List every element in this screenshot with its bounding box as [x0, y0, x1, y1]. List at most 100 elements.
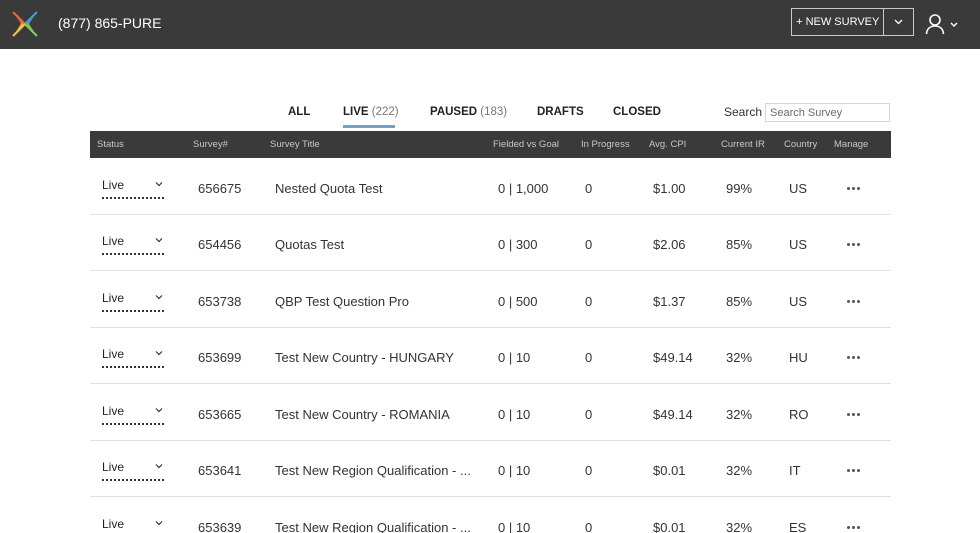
tab-paused[interactable]: PAUSED (183) — [430, 106, 507, 118]
user-menu[interactable] — [925, 11, 961, 37]
tab-label: ALL — [288, 106, 311, 118]
more-horizontal-icon[interactable] — [847, 185, 861, 191]
more-horizontal-icon[interactable] — [847, 241, 861, 247]
search-label: Search — [724, 105, 763, 119]
survey-title[interactable]: Test New Country - ROMANIA — [275, 407, 450, 423]
tab-label: DRAFTS — [537, 106, 584, 118]
column-header[interactable]: Current IR — [721, 139, 765, 150]
table-row: Live 653641 Test New Region Qualificatio… — [90, 441, 891, 497]
chevron-down-icon — [950, 22, 958, 27]
survey-title[interactable]: Nested Quota Test — [275, 181, 382, 197]
avg-cpi: $49.14 — [653, 407, 693, 422]
more-horizontal-icon[interactable] — [847, 524, 861, 530]
survey-number: 653641 — [198, 463, 242, 478]
status-dropdown[interactable]: Live — [102, 233, 164, 255]
table-row: Live 656675 Nested Quota Test 0 | 1,000 … — [90, 159, 891, 215]
avg-cpi: $49.14 — [653, 350, 693, 365]
country: US — [789, 237, 808, 252]
table-header: Status Survey# Survey Title Fielded vs G… — [90, 131, 891, 158]
new-survey-split-button: + NEW SURVEY — [791, 8, 914, 36]
in-progress: 0 — [585, 463, 593, 478]
in-progress: 0 — [585, 407, 593, 422]
current-ir: 32% — [726, 350, 753, 365]
country: RO — [789, 407, 809, 422]
current-ir: 32% — [726, 463, 753, 478]
avg-cpi: $0.01 — [653, 520, 686, 533]
column-header[interactable]: Survey# — [193, 139, 228, 150]
search-input[interactable] — [765, 103, 890, 122]
status-value: Live — [102, 404, 125, 418]
new-survey-button[interactable]: + NEW SURVEY — [792, 9, 883, 35]
column-header[interactable]: Country — [784, 139, 817, 150]
fielded-vs-goal: 0 | 10 — [498, 350, 531, 365]
status-dropdown[interactable]: Live — [102, 516, 164, 533]
status-dropdown[interactable]: Live — [102, 177, 164, 199]
in-progress: 0 — [585, 350, 593, 365]
survey-title[interactable]: Test New Region Qualification - ... — [275, 463, 471, 479]
tab-count: (222) — [371, 106, 399, 118]
table-row: Live 653699 Test New Country - HUNGARY 0… — [90, 328, 891, 384]
more-horizontal-icon[interactable] — [847, 467, 861, 473]
more-horizontal-icon[interactable] — [847, 298, 861, 304]
chevron-down-icon — [155, 182, 163, 187]
avg-cpi: $0.01 — [653, 463, 686, 478]
status-value: Live — [102, 178, 125, 192]
status-value: Live — [102, 291, 125, 305]
fielded-vs-goal: 0 | 500 — [498, 294, 538, 309]
column-header[interactable]: Status — [97, 139, 124, 150]
survey-number: 653738 — [198, 294, 242, 309]
column-header[interactable]: Avg. CPI — [649, 139, 686, 150]
avg-cpi: $1.00 — [653, 181, 686, 196]
fielded-vs-goal: 0 | 10 — [498, 407, 531, 422]
chevron-down-icon — [155, 408, 163, 413]
survey-title[interactable]: QBP Test Question Pro — [275, 294, 409, 310]
survey-number: 653639 — [198, 520, 242, 533]
country: US — [789, 294, 808, 309]
tab-label: CLOSED — [613, 106, 661, 118]
survey-number: 653665 — [198, 407, 242, 422]
status-dropdown[interactable]: Live — [102, 403, 164, 425]
tab-count: (183) — [480, 106, 508, 118]
current-ir: 32% — [726, 407, 753, 422]
fielded-vs-goal: 0 | 1,000 — [498, 181, 549, 196]
more-horizontal-icon[interactable] — [847, 411, 861, 417]
tab-drafts[interactable]: DRAFTS — [537, 106, 584, 118]
chevron-down-icon — [155, 351, 163, 356]
chevron-down-icon — [155, 295, 163, 300]
current-ir: 85% — [726, 237, 753, 252]
tab-all[interactable]: ALL — [288, 106, 310, 118]
survey-title[interactable]: Test New Region Qualification - ... — [275, 520, 471, 533]
in-progress: 0 — [585, 181, 593, 196]
chevron-down-icon — [894, 19, 903, 25]
column-header[interactable]: In Progress — [581, 139, 630, 150]
country: HU — [789, 350, 808, 365]
status-dropdown[interactable]: Live — [102, 346, 164, 368]
avg-cpi: $1.37 — [653, 294, 686, 309]
tab-live[interactable]: LIVE (222) — [343, 106, 399, 118]
top-bar: (877) 865-PURE + NEW SURVEY — [0, 0, 980, 49]
table-row: Live 653738 QBP Test Question Pro 0 | 50… — [90, 272, 891, 328]
chevron-down-icon — [155, 521, 163, 526]
status-dropdown[interactable]: Live — [102, 290, 164, 312]
column-header[interactable]: Manage — [834, 139, 868, 150]
country: IT — [789, 463, 801, 478]
logo[interactable] — [11, 11, 39, 37]
more-horizontal-icon[interactable] — [847, 354, 861, 360]
chevron-down-icon — [155, 238, 163, 243]
current-ir: 32% — [726, 520, 753, 533]
survey-number: 656675 — [198, 181, 242, 196]
phone-number: (877) 865-PURE — [58, 15, 162, 31]
column-header[interactable]: Survey Title — [270, 139, 320, 150]
survey-title[interactable]: Quotas Test — [275, 237, 344, 253]
status-value: Live — [102, 460, 125, 474]
status-dropdown[interactable]: Live — [102, 459, 164, 481]
new-survey-dropdown-toggle[interactable] — [883, 9, 913, 35]
country: ES — [789, 520, 807, 533]
survey-title[interactable]: Test New Country - HUNGARY — [275, 350, 454, 366]
table-row: Live 653639 Test New Region Qualificatio… — [90, 498, 891, 533]
column-header[interactable]: Fielded vs Goal — [493, 139, 559, 150]
fielded-vs-goal: 0 | 10 — [498, 520, 531, 533]
tab-closed[interactable]: CLOSED — [613, 106, 661, 118]
tab-label: LIVE — [343, 106, 369, 118]
survey-number: 654456 — [198, 237, 242, 252]
